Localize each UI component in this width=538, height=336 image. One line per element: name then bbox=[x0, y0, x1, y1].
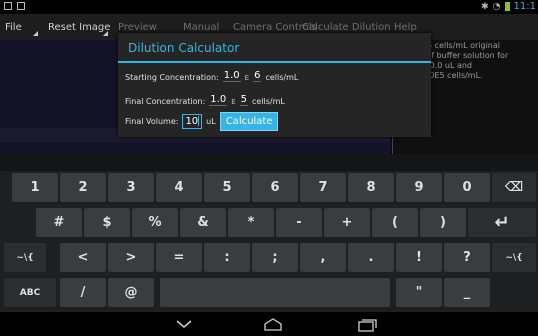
dropdown-corner-icon bbox=[103, 31, 108, 36]
key-equals[interactable]: = bbox=[156, 243, 202, 272]
key-less-than[interactable]: < bbox=[60, 243, 106, 272]
key-period[interactable]: . bbox=[348, 243, 394, 272]
key-6[interactable]: 6 bbox=[252, 173, 298, 202]
key-open-paren[interactable]: ( bbox=[372, 208, 418, 237]
key-exclamation[interactable]: ! bbox=[396, 243, 442, 272]
menu-help[interactable]: Help bbox=[394, 22, 417, 33]
key-5[interactable]: 5 bbox=[204, 173, 250, 202]
key-minus[interactable]: - bbox=[276, 208, 322, 237]
backspace-key-icon[interactable]: ⌫ bbox=[492, 173, 536, 202]
home-icon[interactable] bbox=[262, 318, 284, 332]
key-colon[interactable]: : bbox=[204, 243, 250, 272]
starting-concentration-label: Starting Concentration: bbox=[125, 73, 219, 82]
recent-apps-icon[interactable] bbox=[356, 318, 378, 332]
calculate-button[interactable]: Calculate bbox=[219, 112, 279, 131]
exponent-label: E bbox=[244, 74, 250, 82]
key-3[interactable]: 3 bbox=[108, 173, 154, 202]
final-volume-field[interactable]: 10 bbox=[182, 114, 203, 129]
enter-key-icon[interactable]: ↵ bbox=[468, 208, 536, 237]
key-at[interactable]: @ bbox=[108, 278, 154, 307]
battery-icon bbox=[504, 2, 510, 11]
key-0[interactable]: 0 bbox=[444, 173, 490, 202]
wifi-icon: ◔ bbox=[492, 1, 501, 12]
text-cursor bbox=[198, 116, 200, 126]
key-greater-than[interactable]: > bbox=[108, 243, 154, 272]
dilution-calculator-dialog: Dilution Calculator Starting Concentrati… bbox=[118, 33, 431, 137]
status-bar: ✱ ◔ 11:1 bbox=[0, 0, 538, 14]
dropdown-corner-icon bbox=[33, 31, 38, 36]
key-semicolon[interactable]: ; bbox=[252, 243, 298, 272]
key-7[interactable]: 7 bbox=[300, 173, 346, 202]
final-volume-row: Final Volume: 10 uL Calculate bbox=[125, 112, 279, 131]
final-volume-label: Final Volume: bbox=[125, 117, 179, 126]
key-quote[interactable]: " bbox=[396, 278, 442, 307]
key-more-symbols-left[interactable]: ~\{ bbox=[4, 243, 46, 272]
final-exponent-field[interactable]: 5 bbox=[239, 94, 248, 106]
starting-exponent-field[interactable]: 6 bbox=[253, 70, 262, 82]
bluetooth-icon: ✱ bbox=[481, 1, 489, 12]
abc-key[interactable]: ABC bbox=[4, 278, 56, 307]
key-2[interactable]: 2 bbox=[60, 173, 106, 202]
starting-value-field[interactable]: 1.0 bbox=[222, 70, 241, 82]
key-plus[interactable]: + bbox=[324, 208, 370, 237]
back-chevron-icon[interactable] bbox=[175, 318, 193, 330]
unit-label: cells/mL bbox=[265, 73, 299, 82]
key-slash[interactable]: / bbox=[60, 278, 106, 307]
space-key[interactable] bbox=[160, 278, 390, 307]
key-9[interactable]: 9 bbox=[396, 173, 442, 202]
dialog-divider bbox=[118, 61, 431, 63]
key-8[interactable]: 8 bbox=[348, 173, 394, 202]
key-question[interactable]: ? bbox=[444, 243, 490, 272]
exponent-label: E bbox=[231, 98, 236, 106]
suggestion-strip bbox=[0, 154, 538, 171]
on-screen-keyboard: 1 2 3 4 5 6 7 8 9 0 ⌫ # $ % & * - + ( ) … bbox=[0, 154, 538, 312]
menu-file[interactable]: File bbox=[5, 22, 22, 33]
screenshot-notification-icon bbox=[4, 2, 12, 10]
menu-calculate-dilution[interactable]: Calculate Dilution bbox=[302, 22, 391, 33]
unit-label: cells/mL bbox=[252, 97, 285, 106]
menu-reset-image[interactable]: Reset Image bbox=[48, 22, 110, 33]
key-1[interactable]: 1 bbox=[12, 173, 58, 202]
key-underscore[interactable]: _ bbox=[444, 278, 490, 307]
key-dollar[interactable]: $ bbox=[84, 208, 130, 237]
navigation-bar bbox=[0, 312, 538, 336]
key-4[interactable]: 4 bbox=[156, 173, 202, 202]
key-percent[interactable]: % bbox=[132, 208, 178, 237]
menu-manual[interactable]: Manual bbox=[183, 22, 219, 33]
key-comma[interactable]: , bbox=[300, 243, 346, 272]
key-more-symbols-right[interactable]: ~\{ bbox=[492, 243, 536, 272]
final-value-field[interactable]: 1.0 bbox=[209, 94, 228, 106]
starting-concentration-row: Starting Concentration: 1.0 E 6 cells/mL bbox=[125, 70, 298, 82]
final-concentration-label: Final Concentration: bbox=[125, 97, 206, 106]
final-volume-value: 10 bbox=[185, 116, 199, 127]
volume-unit-label: uL bbox=[206, 117, 216, 126]
clock-text: 11:1 bbox=[513, 1, 536, 12]
key-close-paren[interactable]: ) bbox=[420, 208, 466, 237]
menu-preview[interactable]: Preview bbox=[118, 22, 157, 33]
key-asterisk[interactable]: * bbox=[228, 208, 274, 237]
key-hash[interactable]: # bbox=[36, 208, 82, 237]
dialog-title: Dilution Calculator bbox=[128, 41, 240, 55]
final-concentration-row: Final Concentration: 1.0 E 5 cells/mL bbox=[125, 94, 285, 106]
gallery-notification-icon bbox=[17, 2, 25, 10]
key-ampersand[interactable]: & bbox=[180, 208, 226, 237]
